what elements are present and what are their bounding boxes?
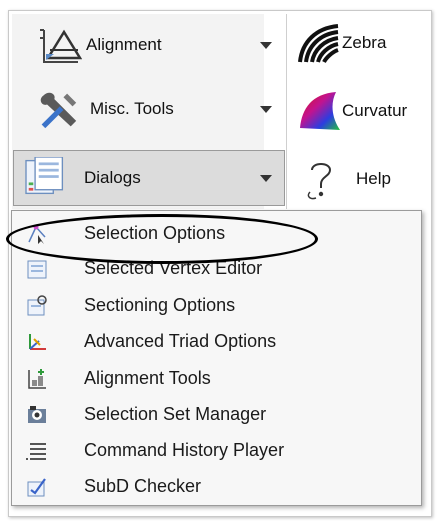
menu-item-advanced-triad-options[interactable]: Advanced Triad Options	[12, 324, 417, 359]
zebra-button[interactable]: Zebra	[292, 18, 428, 70]
menu-item-label: Advanced Triad Options	[84, 331, 277, 351]
selection-set-manager-icon	[28, 406, 46, 423]
ribbon-separator	[286, 14, 287, 209]
help-button[interactable]: Help	[292, 154, 428, 206]
menu-item-subd-checker[interactable]: SubD Checker	[12, 469, 417, 504]
dialogs-icon	[25, 157, 64, 195]
menu-item-label: Selected Vertex Editor	[84, 258, 263, 278]
help-label: Help	[356, 169, 391, 188]
alignment-button[interactable]: Alignment	[14, 20, 272, 72]
curvature-label: Curvatur	[342, 101, 408, 120]
zebra-icon	[298, 24, 339, 64]
menu-item-label: SubD Checker	[84, 476, 202, 496]
menu-item-label: Sectioning Options	[84, 295, 236, 315]
menu-item-selection-options[interactable]: Selection Options	[12, 216, 417, 251]
misc-tools-icon	[40, 92, 77, 129]
curvature-button[interactable]: Curvatur	[292, 86, 428, 138]
menu-item-sectioning-options[interactable]: Sectioning Options	[12, 288, 417, 323]
menu-item-command-history-player[interactable]: Command History Player	[12, 433, 417, 468]
dialogs-label: Dialogs	[84, 168, 141, 187]
menu-item-label: Command History Player	[84, 440, 285, 460]
menu-item-label: Selection Set Manager	[84, 404, 267, 424]
alignment-tools-icon	[28, 369, 46, 389]
vertex-editor-icon	[27, 260, 47, 279]
chevron-down-icon[interactable]	[260, 175, 272, 182]
misc-tools-label: Misc. Tools	[90, 99, 174, 118]
misc-tools-button[interactable]: Misc. Tools	[14, 84, 272, 136]
dialogs-button[interactable]: Dialogs	[13, 150, 285, 206]
menu-item-label: Selection Options	[84, 223, 226, 243]
menu-item-selected-vertex-editor[interactable]: Selected Vertex Editor	[12, 251, 417, 286]
alignment-icon	[40, 29, 82, 63]
subd-checker-icon	[27, 478, 46, 497]
selection-options-icon	[28, 224, 46, 244]
zebra-label: Zebra	[342, 33, 387, 52]
sectioning-options-icon	[27, 295, 47, 316]
chevron-down-icon[interactable]	[260, 42, 272, 49]
dialogs-dropdown-menu: Selection Options Selected Vertex Editor…	[11, 210, 422, 506]
command-history-icon	[26, 443, 46, 460]
chevron-down-icon[interactable]	[260, 106, 272, 113]
triad-options-icon	[29, 334, 46, 350]
help-icon	[307, 163, 332, 200]
alignment-label: Alignment	[86, 35, 162, 54]
menu-item-label: Alignment Tools	[84, 368, 211, 388]
menu-item-alignment-tools[interactable]: Alignment Tools	[12, 361, 417, 396]
menu-item-selection-set-manager[interactable]: Selection Set Manager	[12, 397, 417, 432]
curvature-icon	[300, 92, 340, 130]
